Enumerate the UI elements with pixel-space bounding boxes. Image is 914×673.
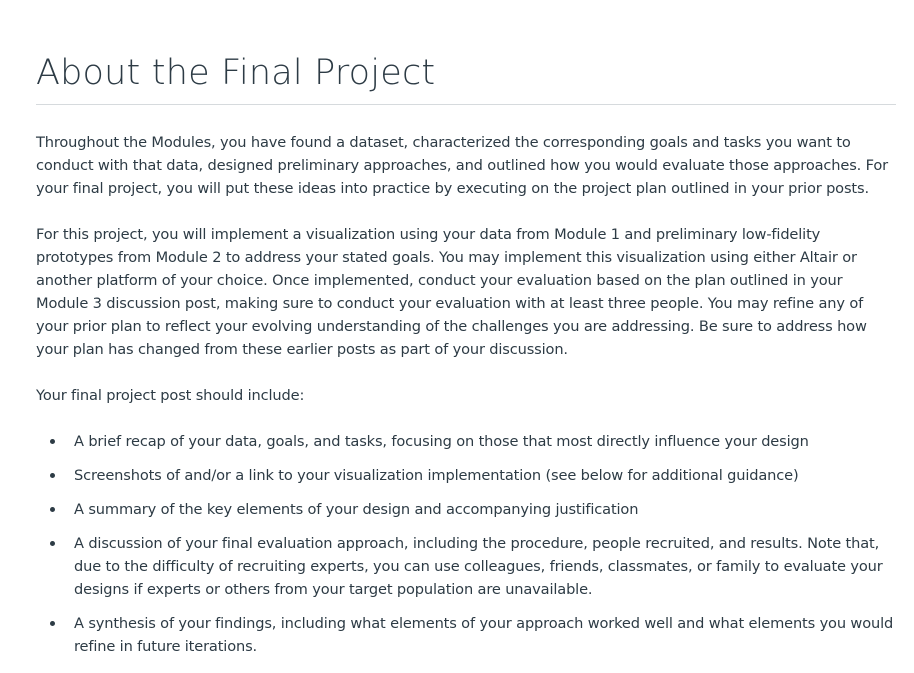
list-item: A brief recap of your data, goals, and t… xyxy=(50,430,898,453)
page: About the Final Project Throughout the M… xyxy=(0,0,914,673)
page-content: Throughout the Modules, you have found a… xyxy=(36,131,898,669)
title-divider xyxy=(36,104,896,105)
page-title: About the Final Project xyxy=(36,53,436,93)
list-item: Screenshots of and/or a link to your vis… xyxy=(50,464,898,487)
intro-paragraph: Throughout the Modules, you have found a… xyxy=(36,134,888,197)
list-item: A discussion of your final evaluation ap… xyxy=(50,532,898,601)
requirements-list: A brief recap of your data, goals, and t… xyxy=(36,430,898,658)
list-intro-paragraph: Your final project post should include: xyxy=(36,387,305,404)
list-item: A synthesis of your findings, including … xyxy=(50,612,898,658)
list-item: A summary of the key elements of your de… xyxy=(50,498,898,521)
instructions-paragraph: For this project, you will implement a v… xyxy=(36,226,867,358)
